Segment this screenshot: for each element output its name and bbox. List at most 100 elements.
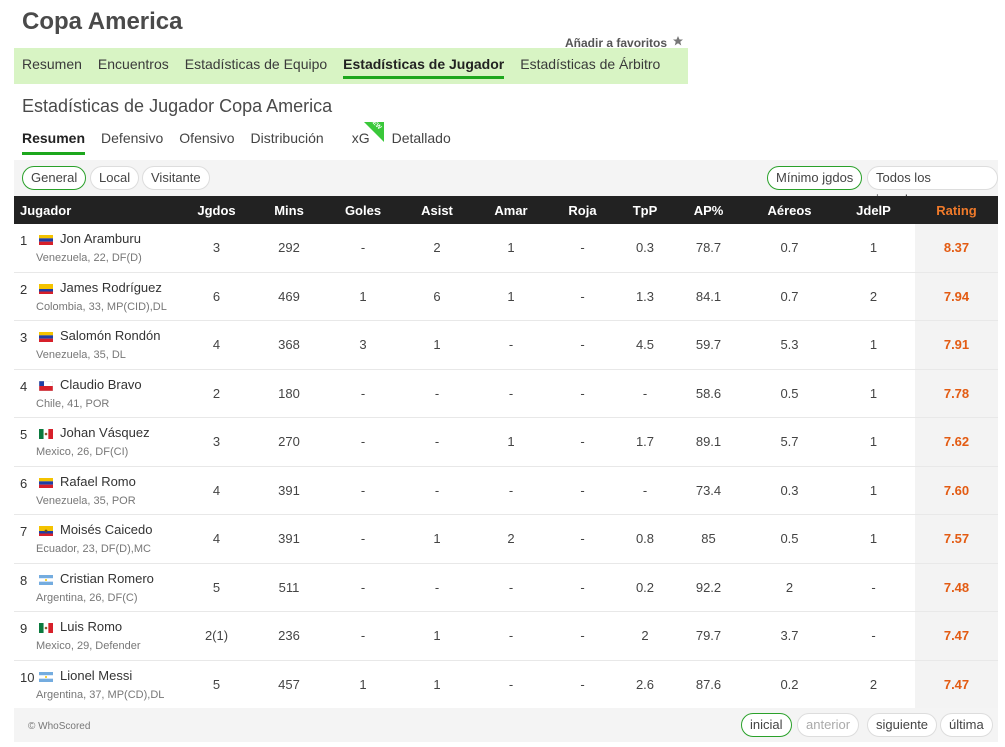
stat-asist: 6 <box>397 272 477 321</box>
table-row: 2 James Rodríguez Colombia, 33, MP(CID),DL… <box>14 272 998 321</box>
player-name-link[interactable]: Luis Romo <box>60 619 122 634</box>
col-roja[interactable]: Roja <box>545 196 620 224</box>
stat-amar: - <box>477 660 545 709</box>
col-jugador[interactable]: Jugador <box>14 196 184 224</box>
page-next-button[interactable]: siguiente <box>867 713 938 737</box>
stat-mins: 236 <box>249 611 329 661</box>
player-cell: 4 Claudio Bravo Chile, 41, POR <box>14 369 184 418</box>
stat-tpp: 4.5 <box>620 320 670 370</box>
player-name-link[interactable]: Lionel Messi <box>60 668 132 683</box>
filter-bar: General Local Visitante Mínimo jgdos Tod… <box>14 160 998 207</box>
filter-general[interactable]: General <box>22 166 87 190</box>
nav-resumen[interactable]: Resumen <box>14 48 90 84</box>
player-name-link[interactable]: Rafael Romo <box>60 474 136 489</box>
nav-estadisticas-arbitro[interactable]: Estadísticas de Árbitro <box>512 48 668 84</box>
player-name-link[interactable]: Johan Vásquez <box>60 425 150 440</box>
player-name-link[interactable]: Moisés Caicedo <box>60 522 153 537</box>
stat-ap: 59.7 <box>670 320 747 370</box>
top-nav: Resumen Encuentros Estadísticas de Equip… <box>14 48 688 84</box>
player-rank: 7 <box>20 524 28 539</box>
table-row: 8 Cristian Romero Argentina, 26, DF(C) 5 511… <box>14 563 998 612</box>
tab-detallado[interactable]: Detallado <box>392 130 451 152</box>
venezuela-flag-icon <box>39 332 53 342</box>
stat-asist: 1 <box>397 660 477 709</box>
player-name-link[interactable]: James Rodríguez <box>60 280 162 295</box>
tab-defensivo[interactable]: Defensivo <box>101 130 163 152</box>
player-name-link[interactable]: Claudio Bravo <box>60 377 142 392</box>
tab-ofensivo[interactable]: Ofensivo <box>179 130 234 152</box>
col-jdelp[interactable]: JdelP <box>832 196 915 224</box>
nav-label: Encuentros <box>97 56 169 72</box>
player-rank: 1 <box>20 233 28 248</box>
player-rank: 5 <box>20 427 28 442</box>
stat-ap: 78.7 <box>670 224 747 273</box>
stat-jgdos: 3 <box>184 417 249 467</box>
page-prev-button[interactable]: anterior <box>797 713 860 737</box>
nav-label: Estadísticas de Jugador <box>343 56 505 79</box>
stat-asist: 1 <box>397 320 477 370</box>
stat-mins: 391 <box>249 514 329 564</box>
col-ap[interactable]: AP% <box>670 196 747 224</box>
stat-roja: - <box>545 611 620 661</box>
stat-tpp: 0.2 <box>620 563 670 612</box>
stat-amar: 1 <box>477 272 545 321</box>
stat-ap: 87.6 <box>670 660 747 709</box>
col-goles[interactable]: Goles <box>329 196 397 224</box>
player-name-link[interactable]: Jon Aramburu <box>60 231 141 246</box>
filter-minimo-jgdos[interactable]: Mínimo jgdos <box>767 166 863 190</box>
player-cell: 10 Lionel Messi Argentina, 37, MP(CD),DL <box>14 660 184 709</box>
table-row: 5 Johan Vásquez Mexico, 26, DF(CI) 3 270- -1-… <box>14 417 998 467</box>
tab-xg[interactable]: xG NEW <box>352 117 384 152</box>
filter-local[interactable]: Local <box>90 166 140 190</box>
player-meta: Mexico, 29, Defender <box>36 640 141 652</box>
page-first-button[interactable]: inicial <box>741 713 792 737</box>
stat-tpp: - <box>620 466 670 515</box>
player-cell: 7 Moisés Caicedo Ecuador, 23, DF(D),MC <box>14 514 184 564</box>
stat-roja: - <box>545 514 620 564</box>
table-row: 6 Rafael Romo Venezuela, 35, POR 4 391- - - - -7… <box>14 466 998 515</box>
player-meta: Colombia, 33, MP(CID),DL <box>36 300 167 313</box>
nav-estadisticas-equipo[interactable]: Estadísticas de Equipo <box>177 48 335 84</box>
stat-ap: 73.4 <box>670 466 747 515</box>
stat-amar: - <box>477 611 545 661</box>
stat-aereos: 5.7 <box>747 417 832 467</box>
colombia-flag-icon <box>39 283 53 294</box>
stat-roja: - <box>545 563 620 612</box>
col-jgdos[interactable]: Jgdos <box>184 196 249 224</box>
page-last-button[interactable]: última <box>940 713 993 737</box>
stat-mins: 270 <box>249 417 329 467</box>
tab-resumen[interactable]: Resumen <box>22 130 86 155</box>
player-meta: Venezuela, 35, POR <box>36 494 136 507</box>
player-name-link[interactable]: Cristian Romero <box>60 571 154 586</box>
stat-tpp: 1.3 <box>620 272 670 321</box>
player-cell: 1 Jon Aramburu Venezuela, 22, DF(D) <box>14 224 184 273</box>
col-rating[interactable]: Rating <box>915 196 998 224</box>
stat-jdelp: 1 <box>832 514 915 564</box>
filter-todos-jugadores[interactable]: Todos los jugadores <box>867 166 998 207</box>
stat-rating: 7.47 <box>915 660 998 709</box>
nav-estadisticas-jugador[interactable]: Estadísticas de Jugador <box>335 48 512 84</box>
col-aereos[interactable]: Aéreos <box>747 196 832 224</box>
player-rank: 3 <box>20 330 28 345</box>
stat-jgdos: 4 <box>184 514 249 564</box>
table-row: 4 Claudio Bravo Chile, 41, POR 2 180- - - - -58.… <box>14 369 998 418</box>
stat-goles: 1 <box>329 660 397 709</box>
filter-visitante[interactable]: Visitante <box>142 166 210 190</box>
player-name-link[interactable]: Salomón Rondón <box>60 328 160 343</box>
stat-roja: - <box>545 320 620 370</box>
nav-encuentros[interactable]: Encuentros <box>90 48 177 84</box>
col-asist[interactable]: Asist <box>397 196 477 224</box>
col-tpp[interactable]: TpP <box>620 196 670 224</box>
table-row: 1 Jon Aramburu Venezuela, 22, DF(D) 3 292-2 1… <box>14 224 998 273</box>
stat-jgdos: 4 <box>184 466 249 515</box>
stat-asist: - <box>397 466 477 515</box>
player-stats-table: Jugador Jgdos Mins Goles Asist Amar Roja… <box>14 196 998 709</box>
player-meta: Argentina, 26, DF(C) <box>36 591 138 604</box>
player-cell: 6 Rafael Romo Venezuela, 35, POR <box>14 466 184 515</box>
stat-roja: - <box>545 466 620 515</box>
stat-jgdos: 2(1) <box>184 611 249 661</box>
stat-amar: - <box>477 369 545 418</box>
col-mins[interactable]: Mins <box>249 196 329 224</box>
col-amar[interactable]: Amar <box>477 196 545 224</box>
tab-distribucion[interactable]: Distribución <box>251 130 324 152</box>
